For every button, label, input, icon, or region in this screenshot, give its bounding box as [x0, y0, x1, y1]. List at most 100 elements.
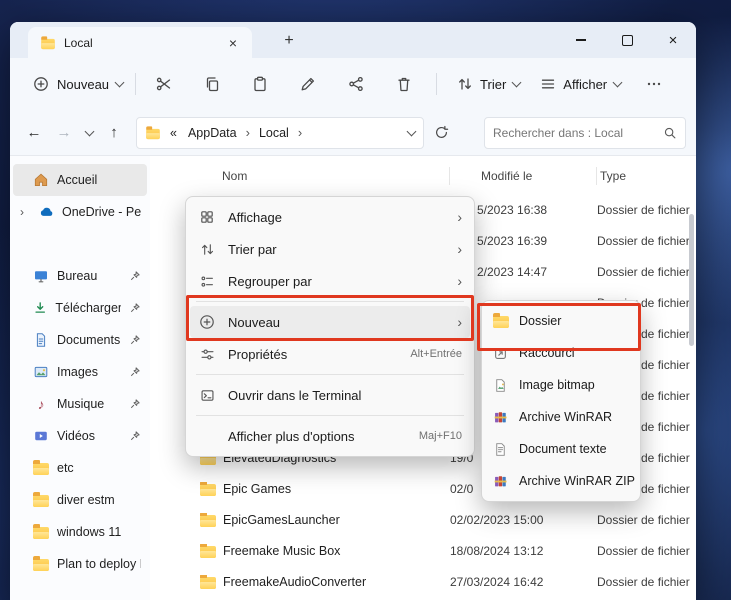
folder-icon: [200, 481, 216, 496]
search-box[interactable]: [484, 116, 686, 149]
scissors-icon: [156, 77, 171, 91]
sidebar-item-etc[interactable]: etc: [13, 452, 147, 484]
pin-icon: [129, 430, 141, 442]
rename-button[interactable]: [290, 67, 326, 101]
address-dropdown-icon[interactable]: [406, 126, 417, 136]
submenu-item-archive-winrar[interactable]: Archive WinRAR: [486, 401, 636, 433]
view-button[interactable]: Afficher: [530, 69, 631, 99]
navigation-pane: Accueil › OneDrive - Pers Bureau Télécha…: [10, 156, 150, 600]
trash-icon: [398, 77, 410, 92]
menu-item-ouvrir-terminal[interactable]: Ouvrir dans le Terminal: [190, 379, 470, 411]
sidebar-item-home[interactable]: Accueil: [13, 164, 147, 196]
menu-shortcut: Alt+Entrée: [410, 348, 462, 360]
submenu-item-archive-winrar-zip[interactable]: Archive WinRAR ZIP: [486, 465, 636, 497]
tab-bar: Local × + ×: [10, 22, 696, 58]
pin-icon: [129, 398, 141, 410]
properties-sliders-icon: [198, 347, 216, 362]
toolbar-separator: [436, 73, 438, 95]
close-button[interactable]: ×: [650, 22, 696, 58]
sidebar-item-diver-estm[interactable]: diver estm: [13, 484, 147, 516]
tab-close-icon[interactable]: ×: [222, 32, 244, 54]
menu-item-label: Regrouper par: [228, 273, 312, 289]
file-name-cell: Freemake Music Box: [150, 543, 450, 558]
breadcrumb[interactable]: « AppData › Local ›: [136, 116, 424, 149]
file-type: Dossier de fichier: [597, 574, 690, 589]
menu-separator: [196, 415, 464, 416]
scrollbar-thumb[interactable]: [689, 214, 694, 346]
file-type: Dossier de fichier: [597, 202, 690, 217]
submenu-item-label: Image bitmap: [519, 378, 595, 392]
file-modified: 02/02/2023 15:00: [450, 512, 544, 527]
sidebar-item-windows-11[interactable]: windows 11: [13, 516, 147, 548]
view-lines-icon: [542, 79, 555, 89]
menu-item-plus-options[interactable]: Afficher plus d'options Maj+F10: [190, 420, 470, 452]
sidebar-item-onedrive[interactable]: › OneDrive - Pers: [13, 196, 147, 228]
forward-button[interactable]: →: [50, 119, 78, 147]
column-header-name[interactable]: Nom: [150, 167, 450, 185]
minimize-button[interactable]: [558, 22, 604, 58]
table-row[interactable]: EpicGamesLauncher 02/02/2023 15:00 Dossi…: [150, 504, 696, 535]
file-modified: 18/08/2024 13:12: [450, 543, 544, 558]
share-icon: [349, 76, 363, 92]
new-button[interactable]: Nouveau: [22, 69, 133, 99]
menu-separator: [196, 374, 464, 375]
search-icon: [664, 127, 676, 138]
pin-icon: [129, 302, 141, 314]
more-options-button[interactable]: [636, 67, 672, 101]
text-document-icon: [492, 442, 509, 457]
sidebar-item-music[interactable]: ♪ Musique: [13, 388, 147, 420]
music-note-icon: ♪: [37, 396, 45, 412]
sort-button[interactable]: Trier: [447, 69, 530, 99]
column-headers: Nom Modifié le Type: [150, 162, 696, 190]
submenu-arrow-icon: ›: [457, 273, 462, 289]
annotation-box-nouveau: [186, 295, 474, 341]
vertical-scrollbar[interactable]: [689, 192, 694, 596]
submenu-item-image-bitmap[interactable]: Image bitmap: [486, 369, 636, 401]
submenu-item-document-texte[interactable]: Document texte: [486, 433, 636, 465]
file-name-cell: FreemakeAudioConverter: [150, 574, 450, 589]
back-button[interactable]: ←: [20, 119, 48, 147]
tab-local[interactable]: Local ×: [28, 27, 252, 58]
menu-item-trier-par[interactable]: Trier par ›: [190, 233, 470, 265]
folder-icon: [33, 492, 49, 507]
sidebar-item-videos[interactable]: Vidéos: [13, 420, 147, 452]
search-input[interactable]: [485, 125, 663, 140]
maximize-icon: [621, 34, 633, 46]
file-name-cell: EpicGamesLauncher: [150, 512, 450, 527]
menu-item-proprietes[interactable]: Propriétés Alt+Entrée: [190, 338, 470, 370]
paste-button[interactable]: [242, 67, 278, 101]
window-controls: ×: [558, 22, 696, 58]
breadcrumb-separator-icon[interactable]: ›: [246, 125, 250, 140]
menu-item-regrouper-par[interactable]: Regrouper par ›: [190, 265, 470, 297]
sidebar-item-downloads[interactable]: Téléchargem: [13, 292, 147, 324]
breadcrumb-item-appdata[interactable]: AppData: [186, 125, 239, 141]
column-header-type[interactable]: Type: [597, 167, 696, 185]
sidebar-item-plan-to-deploy[interactable]: Plan to deploy F: [13, 548, 147, 580]
breadcrumb-item-local[interactable]: Local: [257, 125, 291, 141]
refresh-button[interactable]: [426, 119, 456, 147]
copy-button[interactable]: [194, 67, 230, 101]
new-tab-button[interactable]: +: [276, 28, 302, 54]
up-button[interactable]: ↑: [100, 119, 128, 147]
sidebar-item-documents[interactable]: Documents: [13, 324, 147, 356]
ellipsis-icon: [647, 82, 661, 86]
delete-button[interactable]: [386, 67, 422, 101]
cut-button[interactable]: [146, 67, 182, 101]
expander-icon[interactable]: ›: [20, 205, 31, 219]
sidebar-item-desktop[interactable]: Bureau: [13, 260, 147, 292]
maximize-button[interactable]: [604, 22, 650, 58]
table-row[interactable]: Freemake Music Box 18/08/2024 13:12 Doss…: [150, 535, 696, 566]
menu-item-label: Affichage: [228, 209, 282, 225]
share-button[interactable]: [338, 67, 374, 101]
menu-item-affichage[interactable]: Affichage ›: [190, 201, 470, 233]
breadcrumb-separator-icon[interactable]: ›: [298, 125, 302, 140]
column-header-modified[interactable]: Modifié le: [450, 167, 597, 185]
sort-arrows-icon: [198, 242, 216, 257]
table-row[interactable]: FreemakeAudioConverter 27/03/2024 16:42 …: [150, 566, 696, 597]
sidebar-item-pictures[interactable]: Images: [13, 356, 147, 388]
folder-icon: [200, 574, 216, 589]
recent-locations-button[interactable]: [80, 119, 98, 147]
new-button-label: Nouveau: [57, 76, 110, 92]
breadcrumb-overflow[interactable]: «: [168, 125, 179, 141]
sidebar-item-label: Téléchargem: [55, 301, 121, 315]
